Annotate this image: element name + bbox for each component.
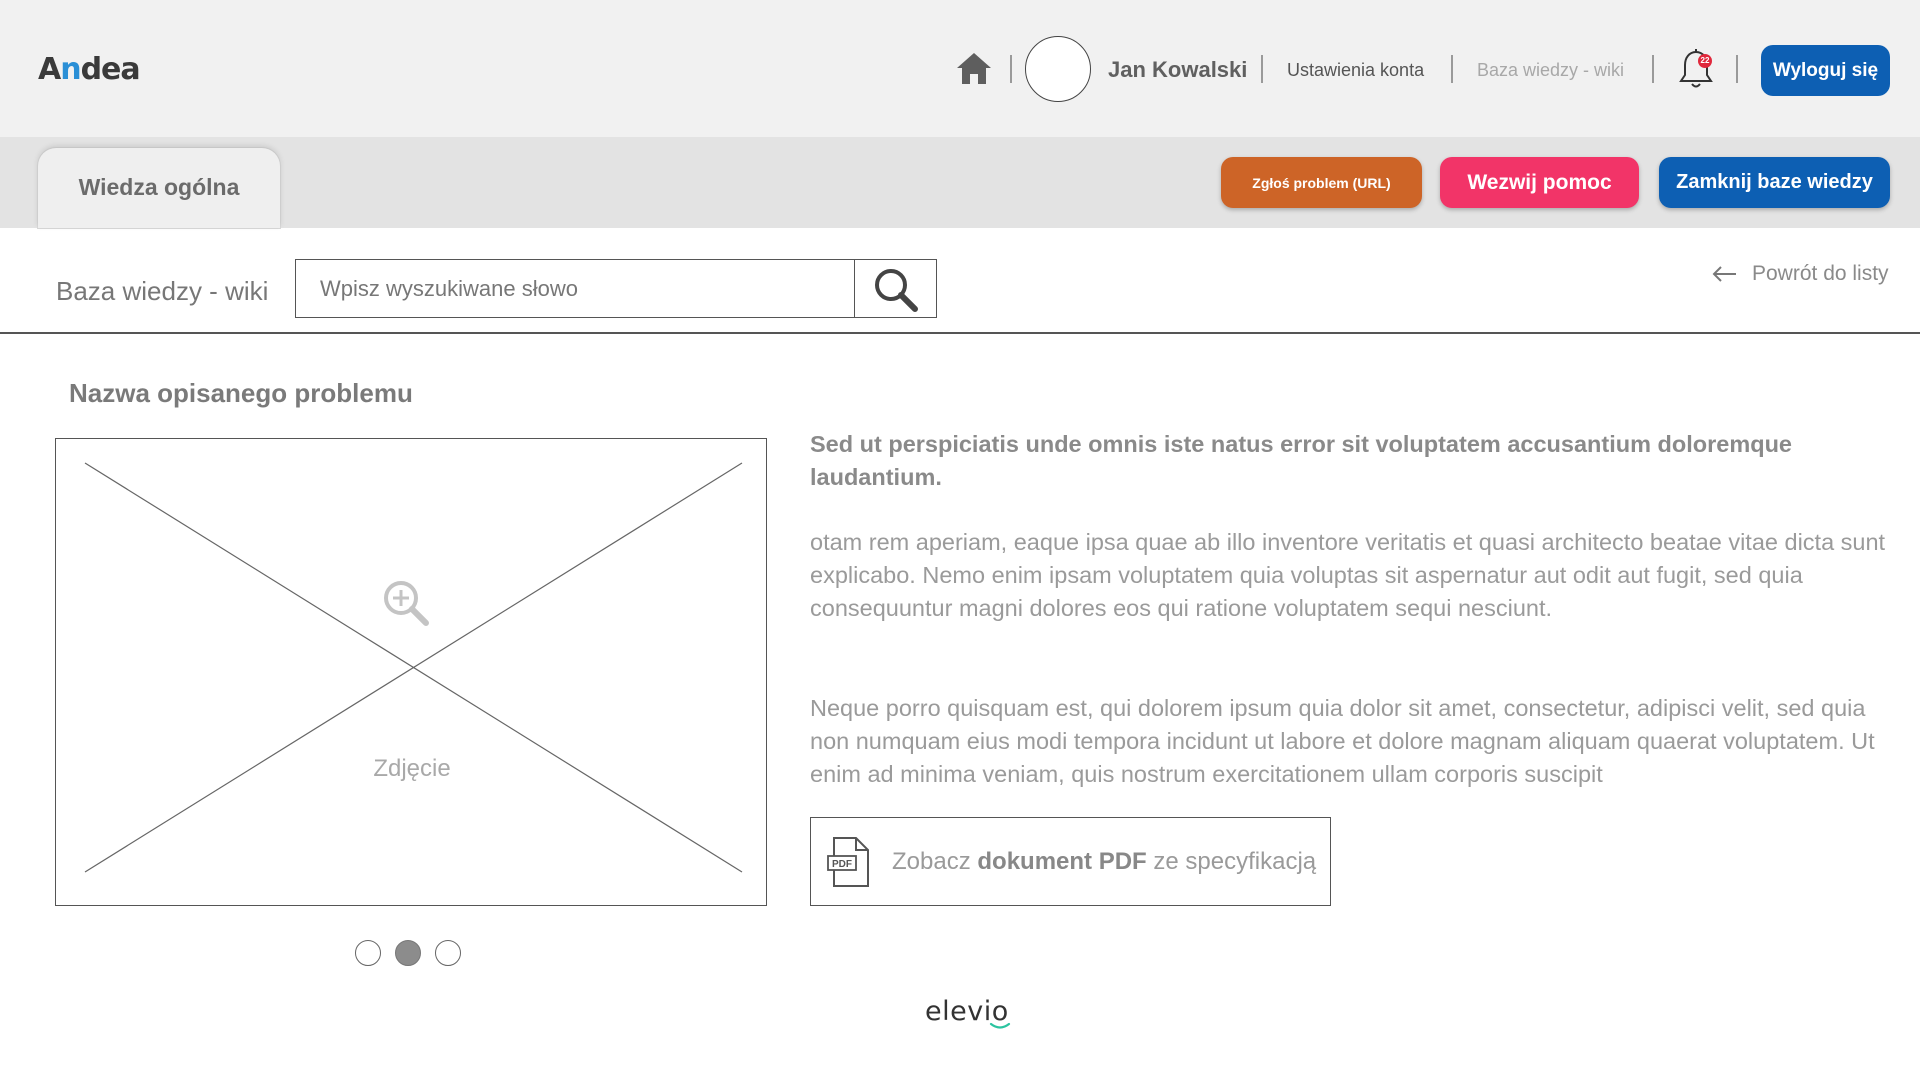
report-problem-button[interactable]: Zgłoś problem (URL) (1221, 157, 1422, 208)
close-knowledge-base-button[interactable]: Zamknij baze wiedzy (1659, 157, 1890, 208)
logout-button[interactable]: Wyloguj się (1761, 45, 1890, 96)
back-to-list-link[interactable]: Powrót do listy (1712, 262, 1889, 286)
call-help-button[interactable]: Wezwij pomoc (1440, 157, 1639, 208)
header-separator (1261, 55, 1263, 83)
section-divider (0, 332, 1920, 334)
search-section-label: Baza wiedzy - wiki (56, 276, 269, 306)
header-separator (1451, 55, 1453, 83)
carousel-dot[interactable] (355, 940, 381, 966)
header-separator (1652, 55, 1654, 83)
carousel-dot-active[interactable] (395, 940, 421, 966)
carousel-dot[interactable] (435, 940, 461, 966)
arrow-left-icon (1712, 266, 1736, 283)
search-icon (875, 269, 918, 312)
account-settings-link[interactable]: Ustawienia konta (1287, 60, 1424, 81)
problem-title: Nazwa opisanego problemu (69, 378, 413, 408)
carousel-dots (355, 940, 465, 968)
placeholder-cross (84, 462, 743, 873)
top-header: Andea Jan Kowalski Ustawienia konta Baza… (0, 0, 1920, 137)
image-caption: Zdjęcie (373, 755, 451, 782)
header-separator (1010, 55, 1012, 83)
user-name[interactable]: Jan Kowalski (1108, 57, 1247, 83)
article-paragraph: Neque porro quisquam est, qui dolorem ip… (810, 695, 1875, 787)
header-separator (1736, 55, 1738, 83)
pdf-file-icon: PDF (827, 837, 869, 887)
pdf-document-link[interactable]: PDF Zobacz dokument PDF ze specyfikacją (810, 817, 1331, 906)
andea-logo[interactable]: Andea (38, 52, 141, 87)
wiki-link[interactable]: Baza wiedzy - wiki (1477, 60, 1624, 81)
pdf-link-label: Zobacz dokument PDF ze specyfikacją (892, 848, 1317, 875)
tab-general-knowledge[interactable]: Wiedza ogólna (38, 148, 280, 228)
notification-badge: 22 (1698, 54, 1712, 68)
image-placeholder[interactable]: Zdjęcie (55, 438, 767, 906)
zoom-in-icon[interactable] (381, 578, 431, 628)
article-paragraph: otam rem aperiam, eaque ipsa quae ab ill… (810, 529, 1886, 621)
home-icon[interactable] (955, 50, 993, 86)
article-lead: Sed ut perspiciatis unde omnis iste natu… (810, 431, 1792, 490)
search-input[interactable] (295, 259, 855, 318)
search-button[interactable] (854, 259, 937, 318)
svg-text:PDF: PDF (832, 859, 852, 870)
avatar[interactable] (1025, 36, 1091, 102)
back-to-list-label: Powrót do listy (1752, 262, 1889, 285)
elevio-smile-mark (989, 1022, 1011, 1029)
